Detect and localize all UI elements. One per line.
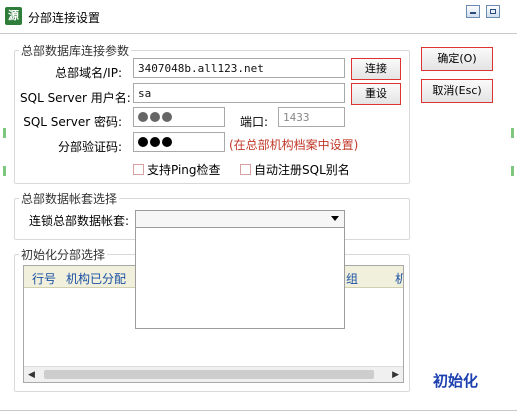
auto-register-checkbox[interactable]: 自动注册SQL别名 — [240, 161, 350, 178]
sql-password-input[interactable] — [133, 107, 225, 127]
init-legend: 初始化分部选择 — [21, 248, 106, 262]
port-label: 端口: — [240, 115, 269, 129]
scroll-left-icon[interactable]: ◀ — [28, 370, 35, 380]
account-set-select[interactable] — [135, 210, 345, 228]
checkbox-box — [133, 164, 144, 175]
connect-button[interactable]: 连接 — [351, 58, 401, 80]
title-bar: 源 分部连接设置 — [0, 0, 517, 34]
window-title: 分部连接设置 — [28, 11, 101, 25]
branch-code-mask — [138, 137, 172, 147]
ping-check-checkbox[interactable]: 支持Ping检查 — [133, 161, 221, 178]
column-header-row-no[interactable]: 行号 — [32, 270, 56, 287]
reset-button[interactable]: 重设 — [351, 83, 401, 105]
edge-marker — [511, 128, 514, 138]
connection-legend: 总部数据库连接参数 — [21, 44, 130, 58]
horizontal-scrollbar[interactable]: ◀ ▶ — [24, 366, 403, 382]
branch-code-input[interactable] — [133, 132, 225, 152]
edge-marker — [3, 166, 6, 176]
column-header-partial[interactable]: 机 — [395, 270, 403, 287]
sql-user-label: SQL Server 用户名: — [20, 91, 131, 105]
ping-check-label: 支持Ping检查 — [147, 163, 221, 177]
account-set-legend: 总部数据帐套选择 — [21, 192, 118, 206]
minimize-icon[interactable] — [466, 5, 480, 18]
edge-marker — [511, 166, 514, 176]
scroll-right-icon[interactable]: ▶ — [392, 370, 399, 380]
branch-code-label: 分部验证码: — [57, 140, 122, 154]
cancel-button[interactable]: 取消(Esc) — [421, 79, 493, 103]
scroll-thumb[interactable] — [44, 370, 374, 379]
domain-label: 总部域名/IP: — [55, 66, 122, 80]
bottom-divider — [0, 410, 517, 411]
edge-marker — [3, 128, 6, 138]
domain-input[interactable]: 3407048b.all123.net — [133, 58, 345, 78]
account-set-label: 连锁总部数据帐套: — [29, 214, 130, 228]
sql-user-input[interactable]: sa — [133, 83, 345, 103]
ok-button[interactable]: 确定(O) — [421, 47, 493, 71]
init-button[interactable]: 初始化 — [433, 370, 478, 391]
maximize-icon[interactable] — [486, 5, 500, 18]
column-header-group[interactable]: 组 — [346, 270, 358, 287]
branch-code-hint: (在总部机构档案中设置) — [229, 138, 359, 152]
column-header-assigned[interactable]: 机构已分配 — [66, 270, 126, 287]
sql-password-label: SQL Server 密码: — [23, 115, 122, 129]
account-set-dropdown-list[interactable] — [135, 227, 345, 329]
auto-register-label: 自动注册SQL别名 — [254, 163, 350, 177]
chevron-down-icon[interactable] — [331, 216, 339, 221]
app-icon: 源 — [5, 7, 22, 25]
checkbox-box — [240, 164, 251, 175]
password-mask — [138, 112, 172, 122]
port-input[interactable]: 1433 — [278, 107, 345, 127]
